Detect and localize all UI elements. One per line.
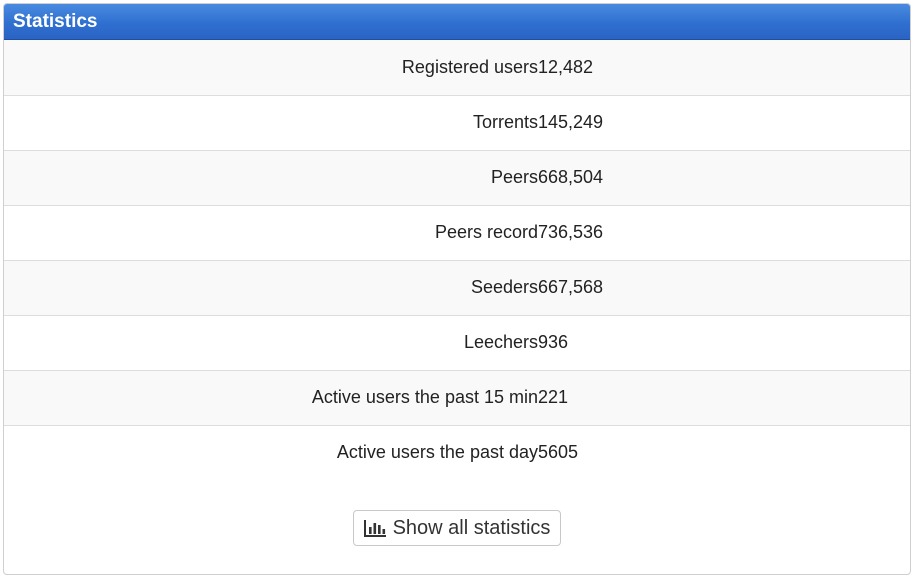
- table-row: Torrents 145,249: [4, 94, 910, 150]
- table-row: Peers record 736,536: [4, 204, 910, 260]
- table-row: Peers 668,504: [4, 149, 910, 205]
- panel-footer: Show all statistics: [4, 510, 910, 546]
- stat-label-torrents: Torrents: [4, 94, 538, 150]
- table-row: Seeders 667,568: [4, 259, 910, 315]
- panel-title: Statistics: [13, 10, 98, 32]
- stat-value-leechers: 936: [538, 314, 910, 370]
- table-row: Active users the past day 5605: [4, 424, 910, 480]
- stat-value-peers-record: 736,536: [538, 204, 910, 260]
- stat-value-active-15min: 221: [538, 369, 910, 425]
- panel-heading: Statistics: [4, 4, 910, 40]
- stat-value-active-day: 5605: [538, 424, 910, 480]
- statistics-panel: Statistics Registered users 12,482 Torre…: [3, 3, 911, 575]
- stat-value-torrents: 145,249: [538, 94, 910, 150]
- stat-label-active-day: Active users the past day: [4, 424, 538, 480]
- stat-label-seeders: Seeders: [4, 259, 538, 315]
- stat-value-peers: 668,504: [538, 149, 910, 205]
- table-row: Leechers 936: [4, 314, 910, 370]
- stat-label-registered-users: Registered users: [401, 56, 538, 77]
- stat-value-seeders: 667,568: [538, 259, 910, 315]
- bar-chart-icon: [363, 518, 387, 538]
- show-all-statistics-label: Show all statistics: [392, 516, 551, 539]
- stat-value-registered-users: 12,482: [538, 56, 594, 77]
- table-row: Registered users 12,482: [4, 40, 910, 95]
- stat-label-peers: Peers: [4, 149, 538, 205]
- stat-label-leechers: Leechers: [4, 314, 538, 370]
- stat-label-active-15min: Active users the past 15 min: [4, 369, 538, 425]
- table-row: Active users the past 15 min 221: [4, 369, 910, 425]
- show-all-statistics-button[interactable]: Show all statistics: [352, 510, 562, 546]
- statistics-table: Registered users 12,482 Torrents 145,249…: [4, 40, 910, 480]
- stat-label-peers-record: Peers record: [4, 204, 538, 260]
